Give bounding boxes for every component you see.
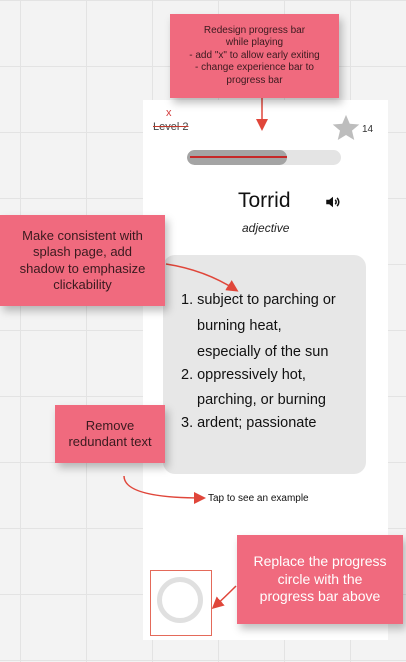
close-x-mark[interactable]: x: [166, 107, 172, 119]
note-line: Remove: [85, 417, 135, 433]
note-line: - change experience bar to: [195, 62, 314, 74]
note-line: while playing: [225, 37, 284, 49]
definition-line: 1. subject to parching or: [181, 292, 336, 308]
note-line: Make consistent with: [22, 228, 143, 243]
sticky-note-progress: Redesign progress bar while playing - ad…: [170, 14, 339, 98]
vocab-word: Torrid: [238, 189, 291, 212]
note-line: redundant text: [68, 434, 152, 449]
star-count: 14: [362, 124, 374, 135]
note-line: Replace the progress: [253, 553, 387, 570]
definition-line: burning heat,: [197, 318, 282, 334]
note-line: progress bar: [226, 74, 283, 86]
definition-line: parching, or burning: [197, 392, 326, 408]
note-line: - add "x" to allow early exiting: [189, 49, 320, 61]
sticky-note-text: Remove redundant text: [55, 405, 165, 463]
definition-line: 3. ardent; passionate: [181, 415, 317, 431]
definition-line: especially of the sun: [197, 344, 329, 360]
tap-hint[interactable]: Tap to see an example: [208, 493, 309, 504]
progress-circle: [157, 577, 203, 623]
note-line: splash page, add: [32, 244, 133, 260]
note-line: progress bar above: [259, 588, 381, 605]
note-line: circle with the: [277, 570, 363, 587]
part-of-speech: adjective: [242, 221, 290, 235]
level-label: Level 2: [153, 121, 189, 133]
sticky-note-card: Make consistent with splash page, add sh…: [0, 215, 165, 306]
speaker-icon[interactable]: [324, 193, 342, 211]
note-line: Redesign progress bar: [203, 24, 306, 36]
definition-line: 2. oppressively hot,: [181, 367, 306, 383]
progress-annotation-line: [190, 156, 287, 158]
definition-card[interactable]: [163, 255, 366, 474]
sticky-note-circle: Replace the progress circle with the pro…: [237, 535, 403, 624]
star-icon: [332, 114, 360, 140]
note-line: clickability: [53, 276, 112, 292]
note-line: shadow to emphasize: [19, 260, 146, 276]
